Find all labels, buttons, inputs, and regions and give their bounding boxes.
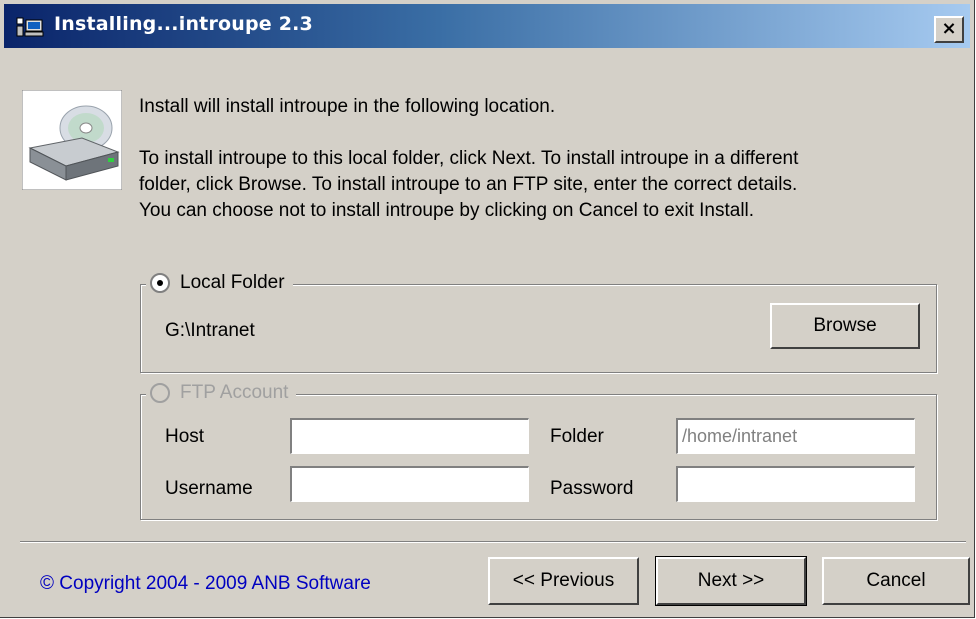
cd-drive-icon bbox=[22, 90, 122, 190]
ftp-account-option[interactable]: FTP Account bbox=[146, 382, 297, 404]
local-folder-radio[interactable] bbox=[150, 273, 170, 293]
local-folder-option[interactable]: Local Folder bbox=[146, 272, 293, 294]
host-label: Host bbox=[165, 426, 205, 447]
local-folder-path: G:\Intranet bbox=[165, 320, 255, 341]
folder-input[interactable] bbox=[676, 418, 915, 454]
previous-button[interactable]: << Previous bbox=[488, 557, 639, 605]
copyright-text: © Copyright 2004 - 2009 ANB Software bbox=[40, 573, 371, 594]
installer-window: Installing...introupe 2.3 × Install will… bbox=[0, 0, 975, 618]
ftp-account-radio[interactable] bbox=[150, 383, 170, 403]
password-input[interactable] bbox=[676, 466, 915, 502]
username-input[interactable] bbox=[290, 466, 529, 502]
cancel-button[interactable]: Cancel bbox=[822, 557, 970, 605]
title-bar[interactable]: Installing...introupe 2.3 × bbox=[4, 4, 970, 48]
installer-app-icon bbox=[16, 17, 44, 37]
local-folder-label: Local Folder bbox=[180, 272, 285, 293]
footer-divider bbox=[20, 541, 966, 543]
host-input[interactable] bbox=[290, 418, 529, 454]
next-button[interactable]: Next >> bbox=[655, 556, 807, 606]
intro-line-2: To install introupe to this local folder… bbox=[139, 148, 799, 169]
intro-line-4: You can choose not to install introupe b… bbox=[139, 200, 755, 221]
intro-line-3: folder, click Browse. To install introup… bbox=[139, 174, 798, 195]
browse-button[interactable]: Browse bbox=[770, 303, 920, 349]
folder-label: Folder bbox=[550, 426, 604, 447]
window-title: Installing...introupe 2.3 bbox=[54, 13, 313, 35]
intro-line-1: Install will install introupe in the fol… bbox=[139, 96, 556, 117]
username-label: Username bbox=[165, 478, 253, 499]
password-label: Password bbox=[550, 478, 634, 499]
close-button[interactable]: × bbox=[934, 16, 964, 43]
ftp-account-label: FTP Account bbox=[180, 382, 289, 403]
